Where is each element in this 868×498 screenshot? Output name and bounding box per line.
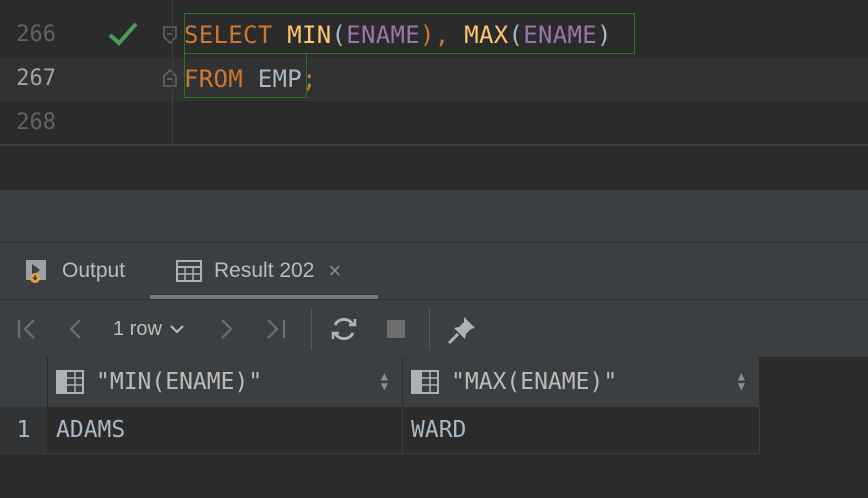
line-number: 267 — [16, 66, 56, 91]
check-icon — [108, 22, 138, 46]
tab-result-label: Result 202 — [214, 259, 315, 282]
line-number: 268 — [16, 110, 56, 135]
tab-output[interactable]: Output — [24, 243, 125, 299]
previous-page-icon[interactable] — [64, 314, 88, 344]
row-number[interactable]: 1 — [0, 407, 47, 453]
grid-header: "MIN(ENAME)" ▲ ▼ "MAX(ENAME)" ▲ ▼ — [0, 357, 760, 407]
table-row[interactable]: 1 ADAMS WARD — [0, 407, 760, 453]
result-toolbar: 1 row — [0, 299, 868, 357]
column-icon — [56, 370, 84, 394]
fold-start-icon[interactable] — [163, 26, 177, 44]
tab-output-label: Output — [62, 259, 126, 282]
row-count-label: 1 row — [113, 317, 162, 340]
close-icon[interactable]: × — [328, 258, 341, 284]
tool-window-header — [0, 190, 868, 243]
editor-empty-area — [0, 146, 868, 190]
sort-icon[interactable]: ▲ ▼ — [738, 370, 745, 392]
result-grid: "MIN(ENAME)" ▲ ▼ "MAX(ENAME)" ▲ ▼ 1 ADAMS … — [0, 357, 868, 498]
column-header-label: "MAX(ENAME)" — [451, 369, 618, 395]
grid-divider — [0, 453, 760, 454]
fold-end-icon[interactable] — [163, 69, 177, 87]
table-cell[interactable]: WARD — [403, 407, 760, 453]
next-page-icon[interactable] — [214, 314, 238, 344]
table-icon — [176, 260, 202, 282]
code-line-268[interactable]: 268 — [0, 101, 868, 145]
first-page-icon[interactable] — [14, 314, 40, 344]
code-line-267[interactable]: 267 FROM EMP; — [0, 57, 868, 101]
stop-icon[interactable] — [384, 314, 408, 344]
tab-result[interactable]: Result 202 × — [150, 243, 378, 299]
column-header-label: "MIN(ENAME)" — [96, 369, 263, 395]
statement-highlight — [184, 13, 635, 54]
sql-editor[interactable]: 266 SELECT MIN(ENAME), MAX(ENAME) 267 FR… — [0, 0, 868, 146]
output-icon — [26, 260, 46, 283]
services-tabs: Output Result 202 × — [0, 243, 868, 299]
column-icon — [411, 370, 439, 394]
table-cell[interactable]: ADAMS — [48, 407, 403, 453]
toolbar-separator — [429, 308, 430, 350]
statement-highlight — [184, 54, 307, 98]
last-page-icon[interactable] — [262, 314, 290, 344]
sort-icon[interactable]: ▲ ▼ — [381, 370, 388, 392]
line-number: 266 — [16, 22, 56, 47]
pin-icon[interactable] — [446, 314, 478, 344]
toolbar-separator — [311, 308, 312, 350]
chevron-down-icon — [170, 325, 184, 334]
gutter-divider — [172, 0, 173, 144]
row-number-header[interactable] — [0, 357, 48, 407]
refresh-icon[interactable] — [329, 314, 359, 344]
column-header-min-ename[interactable]: "MIN(ENAME)" ▲ ▼ — [48, 357, 403, 407]
column-header-max-ename[interactable]: "MAX(ENAME)" ▲ ▼ — [403, 357, 760, 407]
row-count-selector[interactable]: 1 row — [113, 314, 186, 344]
